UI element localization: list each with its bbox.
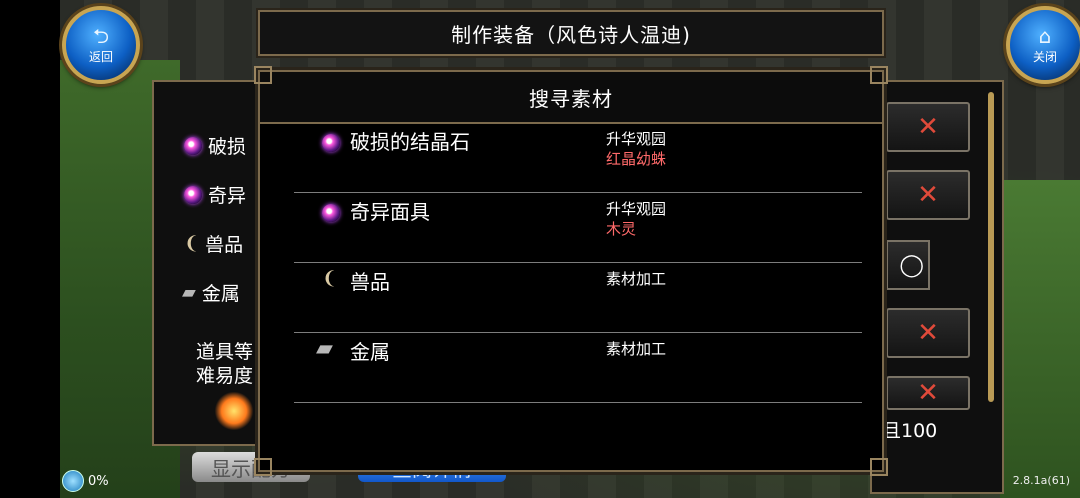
recipe-item-label: 金属 <box>201 283 240 305</box>
back-button[interactable]: ⮌ 返回 <box>62 6 140 84</box>
material-row[interactable]: ❨ 兽品 素材加工 <box>294 262 862 333</box>
frame-ornament <box>254 458 272 476</box>
note-line: 道具等 <box>196 341 254 363</box>
version-text: 2.8.1a(61) <box>1012 474 1070 487</box>
material-row[interactable]: ▰ 金属 素材加工 <box>294 332 862 403</box>
recipe-panel: 破损 奇异 ❨ 兽品 ▰ 金属 道具等 难易度 <box>152 80 271 446</box>
frame-ornament <box>870 66 888 84</box>
material-source: 升华观园 <box>606 200 667 218</box>
note-line: 难易度 <box>196 365 254 387</box>
recipe-item[interactable]: 破损 <box>184 132 246 159</box>
frame-ornament <box>870 458 888 476</box>
remove-button[interactable]: ✕ <box>886 376 970 410</box>
material-enemy: 红晶幼蛛 <box>606 150 667 168</box>
close-x-icon: ✕ <box>917 112 939 142</box>
search-materials-dialog: 搜寻素材 破损的结晶石 升华观园 红晶幼蛛 奇异面具 升华观园 木灵 ❨ 兽品 … <box>254 66 888 476</box>
material-source: 素材加工 <box>606 270 667 288</box>
letterbox-left <box>0 0 60 498</box>
recipe-item[interactable]: ❨ 兽品 <box>184 230 243 257</box>
material-source: 素材加工 <box>606 340 667 358</box>
material-row[interactable]: 破损的结晶石 升华观园 红晶幼蛛 <box>294 122 862 193</box>
dialog-title-text: 搜寻素材 <box>529 86 613 111</box>
recipe-item[interactable]: 奇异 <box>184 181 246 208</box>
remove-button[interactable]: ✕ <box>886 308 970 358</box>
close-x-icon: ✕ <box>917 318 939 348</box>
material-enemy: 木灵 <box>606 220 637 238</box>
close-x-icon: ✕ <box>917 378 939 408</box>
home-icon: ⌂ <box>1038 23 1052 48</box>
recipe-item-label: 奇异 <box>208 185 247 207</box>
scrollbar[interactable] <box>988 92 994 402</box>
dialog-title: 搜寻素材 <box>260 72 882 124</box>
recipe-item-label: 破损 <box>208 136 247 158</box>
metal-ingot-icon: ▰ <box>316 336 333 361</box>
circle-icon: ◯ <box>899 252 924 278</box>
item-level-note: 道具等 难易度 <box>196 340 253 388</box>
material-source: 升华观园 <box>606 130 667 148</box>
window-title: 制作装备（风色诗人温迪) <box>256 8 886 58</box>
close-button[interactable]: ⌂ 关闭 <box>1006 6 1080 84</box>
recipe-actions-panel: ✕ ✕ ◯ ✕ ✕ 且100 <box>870 80 1004 494</box>
circle-button[interactable]: ◯ <box>886 240 930 290</box>
purple-gem-icon <box>322 134 340 152</box>
remove-button[interactable]: ✕ <box>886 170 970 220</box>
recipe-item[interactable]: ▰ 金属 <box>182 279 240 306</box>
grass-terrain-right <box>1000 180 1080 498</box>
condition-text: 且100 <box>882 420 938 442</box>
purple-gem-icon <box>184 136 202 155</box>
back-label: 返回 <box>88 49 113 64</box>
purple-gem-icon <box>322 204 340 222</box>
return-arrow-icon: ⮌ <box>92 23 110 48</box>
explosion-icon <box>214 392 254 430</box>
material-name: 奇异面具 <box>350 200 430 224</box>
material-name: 破损的结晶石 <box>350 130 470 154</box>
purple-gem-icon <box>184 185 202 204</box>
horn-icon: ❨ <box>322 268 338 289</box>
close-x-icon: ✕ <box>917 180 939 210</box>
horn-icon: ❨ <box>184 233 200 254</box>
material-name: 兽品 <box>350 270 390 294</box>
metal-ingot-icon: ▰ <box>182 282 196 303</box>
material-name: 金属 <box>350 340 390 364</box>
loading-status: 0% <box>62 470 109 492</box>
frame-ornament <box>254 66 272 84</box>
close-label: 关闭 <box>1032 49 1057 64</box>
progress-text: 0% <box>88 473 109 489</box>
recipe-item-label: 兽品 <box>205 234 244 256</box>
loading-icon <box>62 470 84 492</box>
remove-button[interactable]: ✕ <box>886 102 970 152</box>
material-row[interactable]: 奇异面具 升华观园 木灵 <box>294 192 862 263</box>
window-title-text: 制作装备（风色诗人温迪) <box>451 22 691 47</box>
